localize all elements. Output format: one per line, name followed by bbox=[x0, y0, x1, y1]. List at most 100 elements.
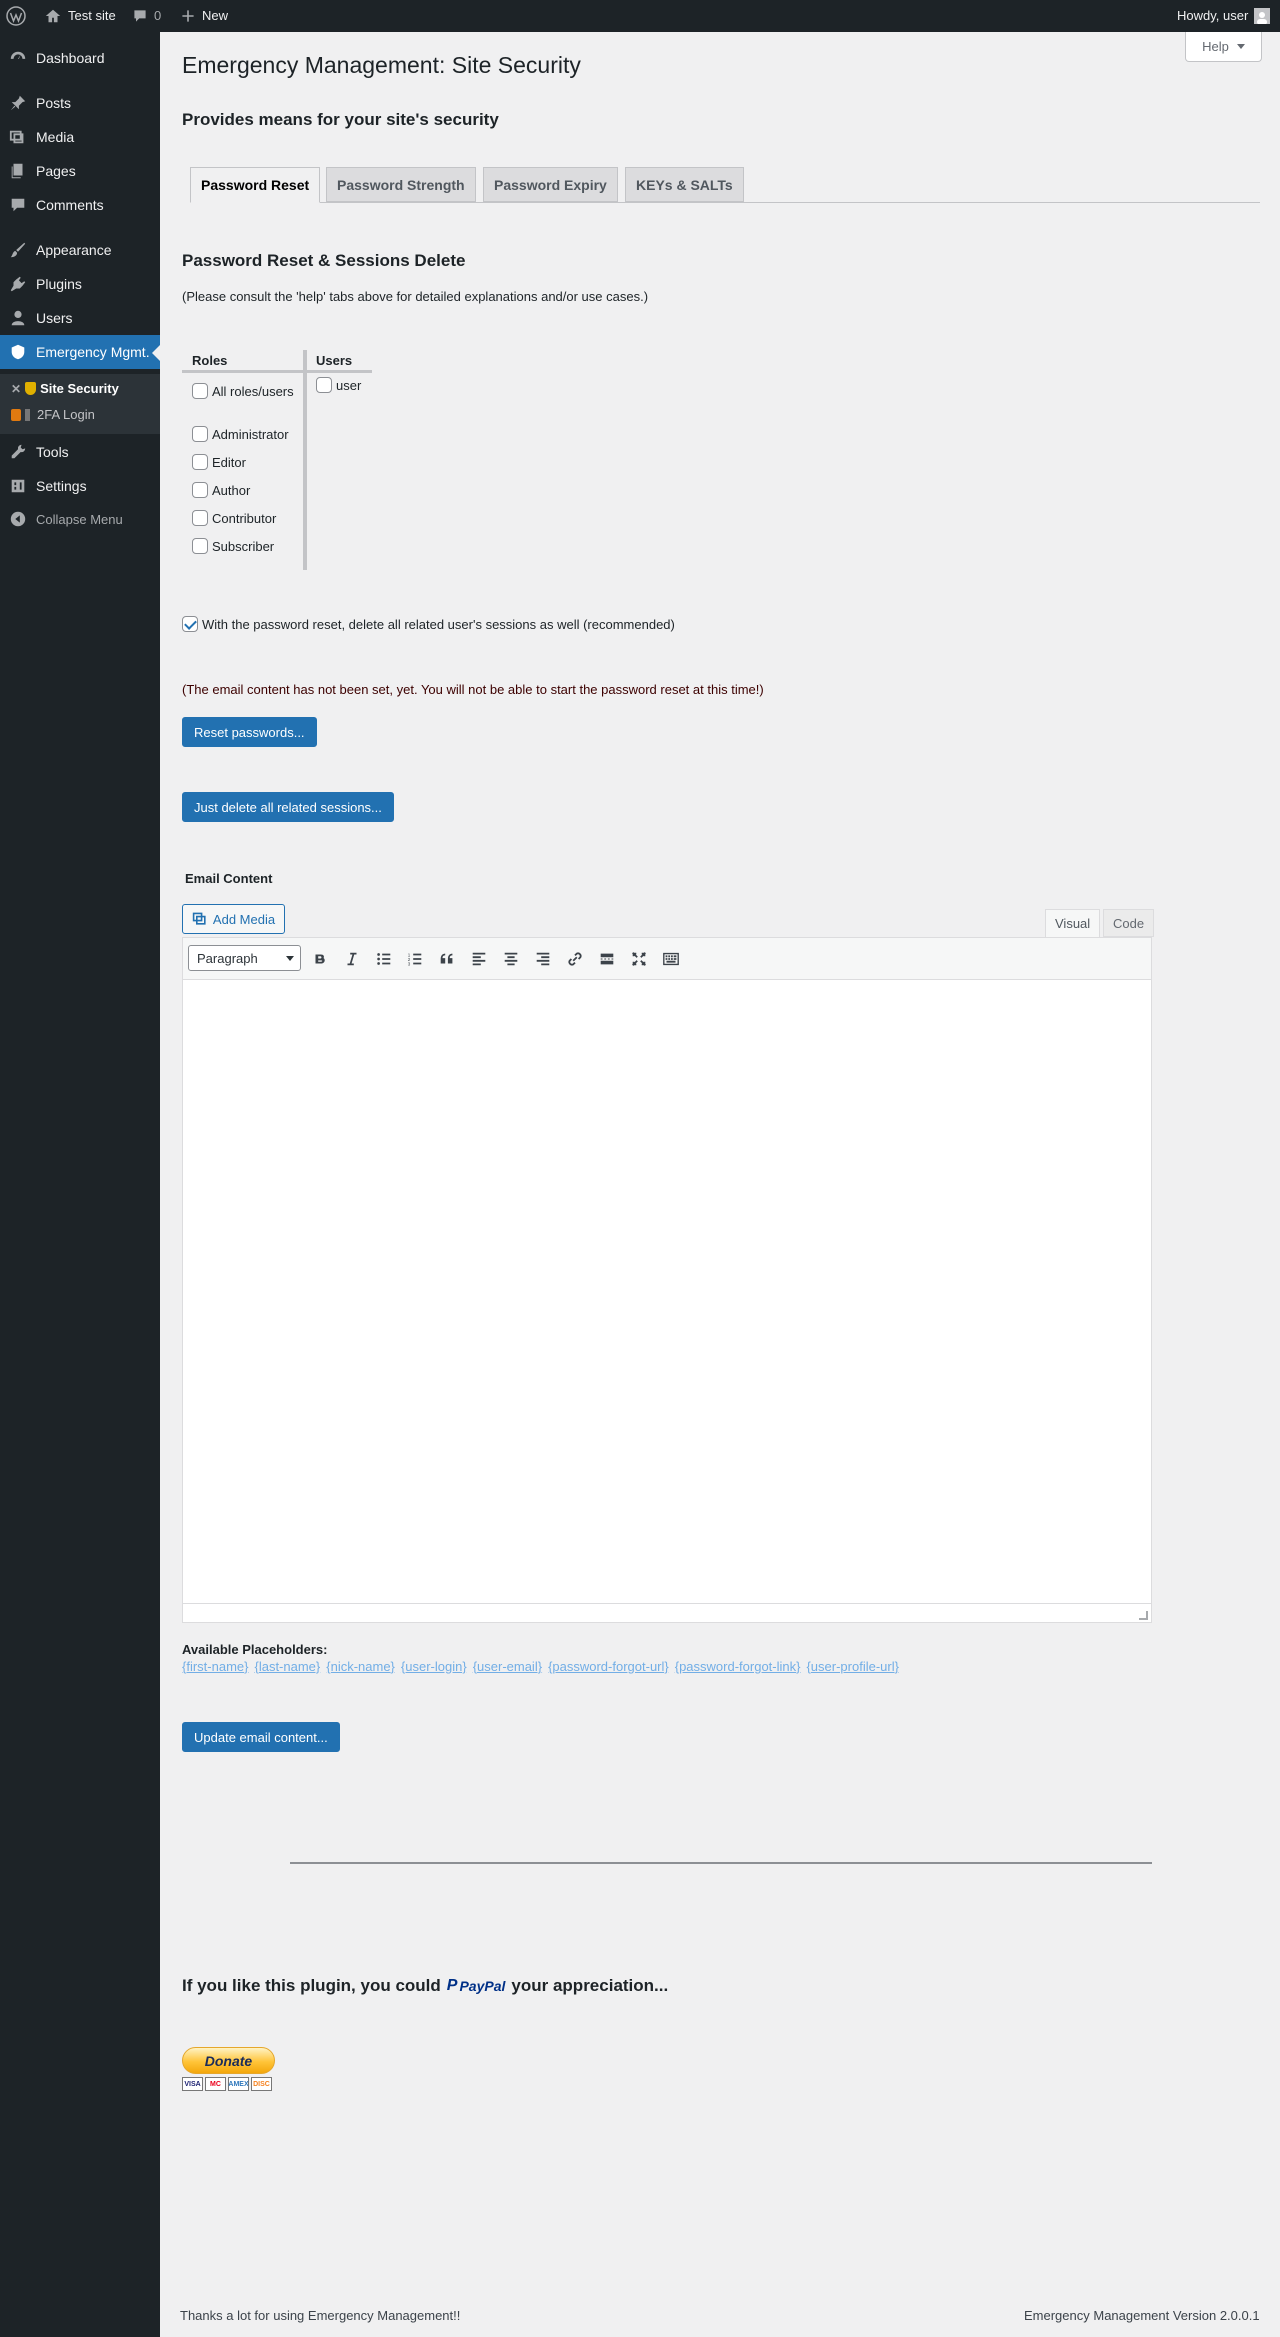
role-author-checkbox[interactable]: Author bbox=[192, 482, 250, 498]
format-select-value: Paragraph bbox=[197, 950, 258, 966]
placeholder-link[interactable]: {last-name} bbox=[254, 1659, 320, 1674]
placeholder-link[interactable]: {user-email} bbox=[473, 1659, 542, 1674]
checkbox[interactable] bbox=[192, 454, 208, 470]
role-subscriber-checkbox[interactable]: Subscriber bbox=[192, 538, 274, 554]
new-content-link[interactable]: New bbox=[180, 0, 228, 32]
sidebar-item-label: Users bbox=[36, 310, 73, 326]
pin-icon bbox=[0, 94, 36, 112]
sidebar-item-plugins[interactable]: Plugins bbox=[0, 267, 160, 301]
placeholder-link[interactable]: {nick-name} bbox=[326, 1659, 395, 1674]
paypal-logo: P PayPal bbox=[446, 1977, 506, 1994]
submenu-item-site-security[interactable]: ✕ Site Security bbox=[11, 381, 119, 396]
update-email-content-button[interactable]: Update email content... bbox=[182, 1722, 340, 1752]
collapse-label: Collapse Menu bbox=[36, 511, 123, 527]
my-account-link[interactable]: Howdy, user bbox=[1177, 0, 1271, 32]
sidebar-item-media[interactable]: Media bbox=[0, 120, 160, 154]
donate-label: Donate bbox=[182, 2047, 275, 2074]
editor-tab-visual[interactable]: Visual bbox=[1045, 909, 1101, 938]
checkbox[interactable] bbox=[192, 538, 208, 554]
sidebar-item-posts[interactable]: Posts bbox=[0, 86, 160, 120]
paypal-brand: PayPal bbox=[459, 1978, 506, 1994]
sidebar-item-emergency-mgmt[interactable]: Emergency Mgmt. bbox=[0, 335, 160, 369]
plus-icon bbox=[182, 10, 194, 22]
bold-icon[interactable] bbox=[308, 947, 332, 971]
sidebar-item-pages[interactable]: Pages bbox=[0, 154, 160, 188]
read-more-icon[interactable] bbox=[595, 947, 619, 971]
table-divider bbox=[304, 370, 372, 373]
toolbar-toggle-icon[interactable] bbox=[659, 947, 683, 971]
howdy-text: Howdy, user bbox=[1177, 8, 1249, 23]
donate-button[interactable]: Donate VISA MC AMEX DISC bbox=[182, 2047, 275, 2095]
sidebar-item-dashboard[interactable]: Dashboard bbox=[0, 41, 160, 75]
sidebar-item-label: Comments bbox=[36, 197, 104, 213]
sidebar-item-label: Dashboard bbox=[36, 50, 105, 66]
editor-tab-code[interactable]: Code bbox=[1103, 909, 1155, 937]
placeholder-link[interactable]: {user-profile-url} bbox=[806, 1659, 899, 1674]
sidebar-item-comments[interactable]: Comments bbox=[0, 188, 160, 222]
column-divider bbox=[303, 350, 307, 570]
role-contributor-checkbox[interactable]: Contributor bbox=[192, 510, 276, 526]
checkbox[interactable] bbox=[192, 482, 208, 498]
site-name: Test site bbox=[68, 8, 116, 23]
media-icon bbox=[0, 128, 36, 146]
checkbox[interactable] bbox=[192, 383, 208, 399]
align-center-icon[interactable] bbox=[499, 947, 523, 971]
collapse-menu-button[interactable]: Collapse Menu bbox=[0, 502, 160, 536]
footer-thanks: Thanks a lot for using Emergency Managem… bbox=[180, 2308, 461, 2323]
admin-sidebar: Dashboard Posts Media Pages Comments App… bbox=[0, 32, 160, 2337]
help-button[interactable]: Help bbox=[1185, 32, 1262, 62]
tab-password-strength[interactable]: Password Strength bbox=[326, 167, 476, 202]
checkbox-label: Author bbox=[212, 482, 251, 498]
sidebar-item-appearance[interactable]: Appearance bbox=[0, 233, 160, 267]
checkbox[interactable] bbox=[182, 616, 198, 632]
key-icon bbox=[25, 408, 30, 421]
blockquote-icon[interactable] bbox=[435, 947, 459, 971]
bulleted-list-icon[interactable] bbox=[372, 947, 396, 971]
shield-icon bbox=[0, 343, 36, 361]
reset-passwords-button[interactable]: Reset passwords... bbox=[182, 717, 317, 747]
sidebar-item-label: Posts bbox=[36, 95, 72, 111]
email-content-label: Email Content bbox=[185, 871, 273, 886]
placeholder-link[interactable]: {password-forgot-url} bbox=[548, 1659, 669, 1674]
delete-sessions-checkbox[interactable]: With the password reset, delete all rela… bbox=[182, 616, 675, 632]
submenu-item-2fa-login[interactable]: 2FA Login bbox=[11, 407, 95, 422]
link-icon[interactable] bbox=[563, 947, 587, 971]
add-media-button[interactable]: Add Media bbox=[182, 904, 285, 934]
align-left-icon[interactable] bbox=[467, 947, 491, 971]
email-editor: Paragraph 123 bbox=[182, 937, 1152, 1623]
brush-icon bbox=[0, 241, 36, 259]
placeholder-link[interactable]: {first-name} bbox=[182, 1659, 248, 1674]
page-subtitle: Provides means for your site's security bbox=[182, 110, 499, 129]
delete-sessions-button[interactable]: Just delete all related sessions... bbox=[182, 792, 394, 822]
checkbox[interactable] bbox=[316, 377, 332, 393]
sidebar-item-tools[interactable]: Tools bbox=[0, 435, 160, 469]
tab-keys-salts[interactable]: KEYs & SALTs bbox=[625, 167, 744, 202]
role-administrator-checkbox[interactable]: Administrator bbox=[192, 426, 289, 442]
italic-icon[interactable] bbox=[340, 947, 364, 971]
sidebar-item-users[interactable]: Users bbox=[0, 301, 160, 335]
align-right-icon[interactable] bbox=[531, 947, 555, 971]
format-select[interactable]: Paragraph bbox=[188, 945, 301, 971]
site-name-link[interactable]: Test site bbox=[44, 0, 116, 32]
placeholder-link[interactable]: {password-forgot-link} bbox=[675, 1659, 801, 1674]
comments-link[interactable]: 0 bbox=[132, 0, 161, 32]
sidebar-item-settings[interactable]: Settings bbox=[0, 469, 160, 503]
shield-icon bbox=[25, 382, 37, 395]
role-editor-checkbox[interactable]: Editor bbox=[192, 454, 246, 470]
checkbox[interactable] bbox=[192, 510, 208, 526]
fullscreen-icon[interactable] bbox=[627, 947, 651, 971]
checkbox[interactable] bbox=[192, 426, 208, 442]
tab-password-reset[interactable]: Password Reset bbox=[190, 167, 321, 203]
email-not-set-notice: (The email content has not been set, yet… bbox=[182, 682, 764, 697]
role-all-checkbox[interactable]: All roles/users bbox=[192, 383, 294, 399]
resize-handle-icon[interactable] bbox=[1139, 1611, 1148, 1620]
section-title: Password Reset & Sessions Delete bbox=[182, 251, 466, 270]
tab-password-expiry[interactable]: Password Expiry bbox=[483, 167, 618, 202]
submenu-label: Site Security bbox=[40, 381, 119, 396]
sidebar-item-label: Media bbox=[36, 129, 75, 145]
wordpress-logo-icon[interactable] bbox=[6, 0, 26, 32]
placeholder-link[interactable]: {user-login} bbox=[401, 1659, 467, 1674]
numbered-list-icon[interactable]: 123 bbox=[403, 947, 427, 971]
fuel-icon bbox=[11, 408, 21, 421]
user-checkbox[interactable]: user bbox=[316, 377, 361, 393]
